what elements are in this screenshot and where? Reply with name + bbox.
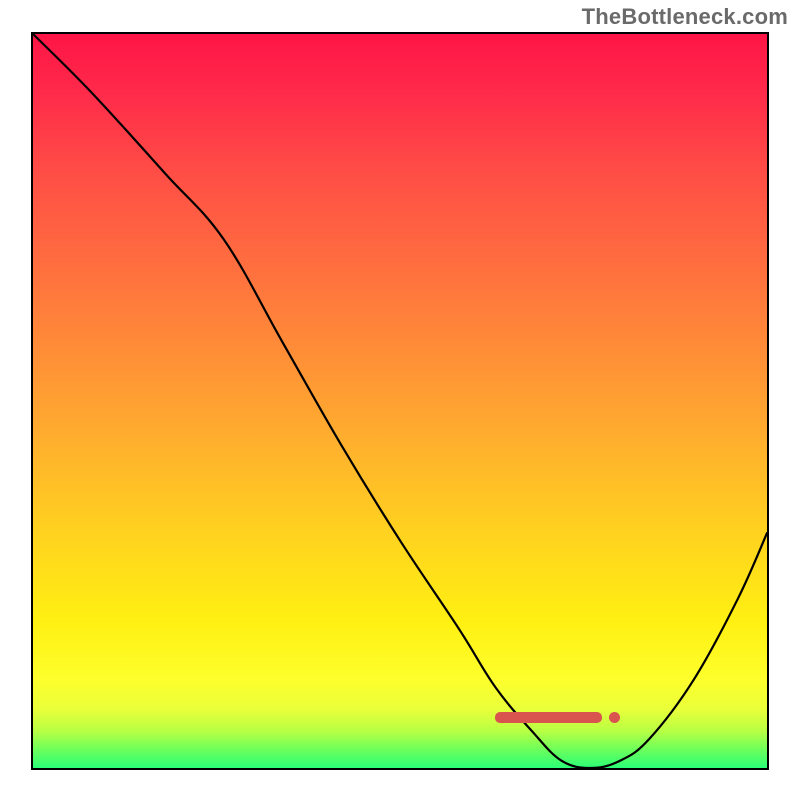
plot-frame <box>31 32 769 770</box>
optimal-marker-dot <box>609 712 620 723</box>
chart-stage: TheBottleneck.com <box>0 0 800 800</box>
bottleneck-curve <box>33 34 767 768</box>
watermark-text: TheBottleneck.com <box>582 4 788 30</box>
curve-path <box>33 34 767 768</box>
optimal-marker-strip <box>495 712 620 724</box>
optimal-marker-bar <box>495 712 602 723</box>
